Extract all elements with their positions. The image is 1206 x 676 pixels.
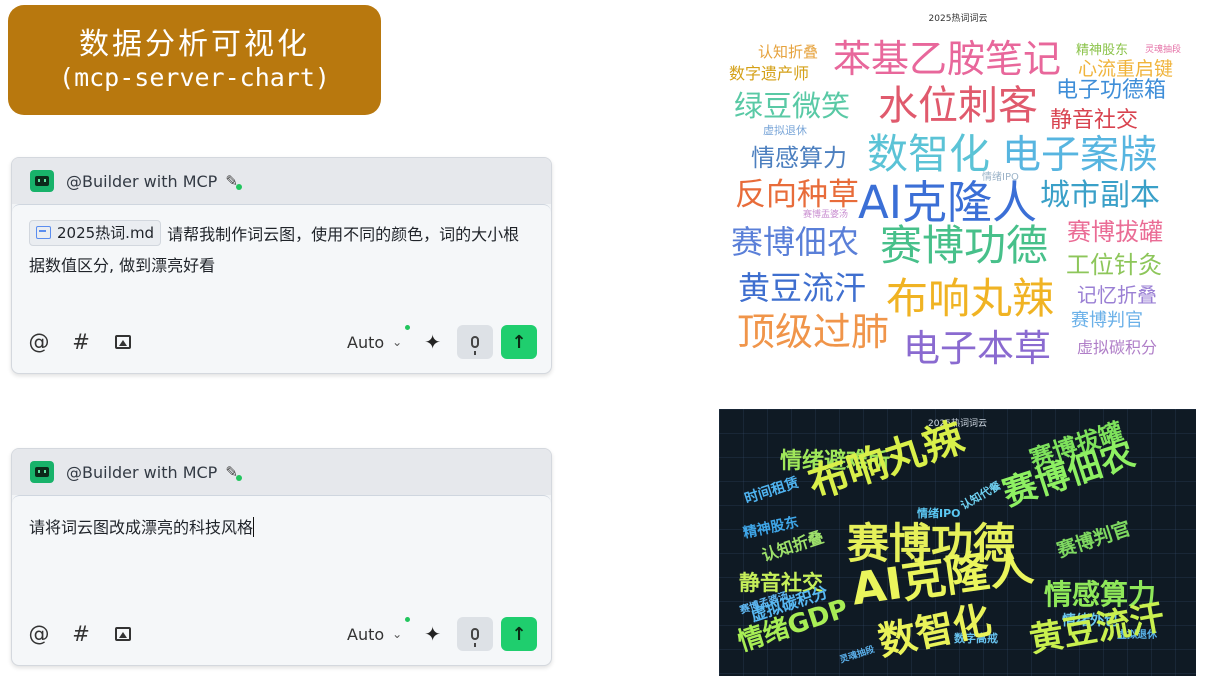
word-cloud-word: 顶级过肺 [737, 310, 890, 354]
word-cloud-word: 电子本草 [903, 327, 1051, 370]
hash-icon[interactable]: # [70, 622, 92, 646]
word-cloud-word: 时间租赁 [742, 474, 801, 508]
word-cloud-word: 精神股东 [1076, 43, 1129, 58]
word-cloud-word: 赛博拔罐 [1067, 218, 1163, 246]
prompt-editor[interactable]: 2025热词.md 请帮我制作词云图，使用不同的颜色，词的大小根据数值区分, 做… [12, 204, 551, 373]
word-cloud-word: 布响丸辣 [886, 274, 1055, 323]
word-cloud-word: 记忆折叠 [1077, 283, 1157, 307]
mic-button[interactable] [457, 617, 493, 651]
chat-panel-1: @Builder with MCP ✎ 2025热词.md 请帮我制作词云图，使… [11, 157, 552, 374]
cloud-title: 2025热词词云 [928, 14, 988, 24]
word-cloud-word: 赛博佃农 [731, 223, 860, 261]
send-button[interactable]: ↑ [501, 325, 537, 359]
editor-toolbar: @ # Auto ⌄ ✦ ↑ [28, 324, 537, 359]
word-cloud-word: 城市副本 [1040, 178, 1160, 213]
word-cloud-light: 2025热词词云 认知折叠 苯基乙胺笔记 精神股东 灵魂抽段数字遗产师 心流重启键绿豆微… [720, 0, 1196, 380]
word-cloud-word: 工位针灸 [1066, 251, 1162, 279]
word-cloud-word: 黄豆流汗 [738, 269, 867, 307]
tools-icon[interactable]: ✎ [225, 463, 242, 481]
at-icon[interactable]: @ [28, 330, 50, 354]
word-cloud-word: 心流重启键 [1078, 58, 1174, 80]
agent-name[interactable]: @Builder with MCP [66, 463, 217, 482]
word-cloud-word: 苯基乙胺笔记 [833, 37, 1062, 81]
file-chip-label: 2025热词.md [57, 223, 155, 242]
word-cloud-word: 情绪IPO [917, 507, 961, 520]
chat-panel-2: @Builder with MCP ✎ 请将词云图改成漂亮的科技风格 @ # A… [11, 448, 552, 666]
word-cloud-word: 静音社交 [1050, 108, 1139, 133]
bot-icon [30, 461, 54, 483]
mode-select[interactable]: Auto ⌄ [347, 616, 411, 644]
mic-icon [471, 628, 479, 647]
tools-icon[interactable]: ✎ [225, 172, 242, 190]
panel-header: @Builder with MCP ✎ [12, 449, 551, 495]
panel-header: @Builder with MCP ✎ [12, 158, 551, 204]
mode-select[interactable]: Auto ⌄ [347, 324, 411, 352]
word-cloud-word: 灵魂抽段 [838, 644, 877, 666]
word-cloud-word: 绿豆微笑 [734, 89, 851, 123]
send-arrow-icon: ↑ [511, 623, 527, 645]
at-icon[interactable]: @ [28, 622, 50, 646]
word-cloud-word: AI克隆人 [858, 176, 1038, 229]
word-cloud-word: 布响丸辣 [803, 414, 970, 508]
mic-icon [471, 336, 479, 355]
mic-button[interactable] [457, 325, 493, 359]
editor-toolbar: @ # Auto ⌄ ✦ ↑ [28, 616, 537, 651]
word-cloud-word: 赛博判官 [1054, 517, 1134, 563]
word-cloud-word: 水位刺客 [878, 83, 1038, 129]
image-icon[interactable] [112, 623, 134, 645]
agent-name[interactable]: @Builder with MCP [66, 172, 217, 191]
word-cloud-word: 赛博判官 [1071, 310, 1143, 331]
file-icon [36, 226, 51, 239]
word-cloud-tech: 2025热词词云 情绪避难所 赛博拔罐 时间租赁 布响丸辣 赛博佃农 精神股东 情绪IPO 认… [719, 409, 1196, 676]
sparkle-icon[interactable]: ✦ [424, 330, 441, 354]
image-icon[interactable] [112, 331, 134, 353]
prompt-text: 请将词云图改成漂亮的科技风格 [29, 518, 254, 537]
badge-title: 数据分析可视化 [79, 27, 310, 62]
prompt-editor[interactable]: 请将词云图改成漂亮的科技风格 @ # Auto ⌄ ✦ ↑ [12, 495, 551, 665]
bot-icon [30, 170, 54, 192]
word-cloud-word: 电子案牍 [1002, 133, 1159, 178]
send-arrow-icon: ↑ [511, 331, 527, 353]
mode-label: Auto [347, 332, 385, 352]
word-cloud-word: 数字遗产师 [729, 64, 810, 83]
word-cloud-word: 数智化 [867, 130, 990, 178]
word-cloud-word: 虚拟退休 [763, 124, 807, 137]
chevron-down-icon: ⌄ [392, 335, 403, 349]
file-chip[interactable]: 2025热词.md [29, 219, 162, 246]
word-cloud-word: 虚拟碳积分 [1077, 338, 1158, 357]
word-cloud-word: 认知折叠 [758, 43, 819, 61]
sparkle-icon[interactable]: ✦ [424, 622, 441, 646]
title-badge: 数据分析可视化 (mcp-server-chart) [8, 5, 381, 115]
word-cloud-word: 赛博盂婆汤 [803, 210, 849, 220]
word-cloud-word: 赛博功德 [880, 221, 1049, 270]
badge-subtitle: (mcp-server-chart) [59, 63, 330, 92]
word-cloud-word: 灵魂抽段 [1145, 45, 1182, 55]
word-cloud-word: 认知代餐 [958, 479, 1004, 513]
send-button[interactable]: ↑ [501, 617, 537, 651]
word-cloud-word: 电子功德箱 [1056, 78, 1167, 103]
hash-icon[interactable]: # [70, 330, 92, 354]
text-caret [253, 517, 255, 537]
word-cloud-word: 反向种草 [735, 177, 859, 213]
word-cloud-word: 情感算力 [751, 144, 847, 172]
mode-label: Auto [347, 624, 385, 644]
chevron-down-icon: ⌄ [392, 627, 403, 641]
